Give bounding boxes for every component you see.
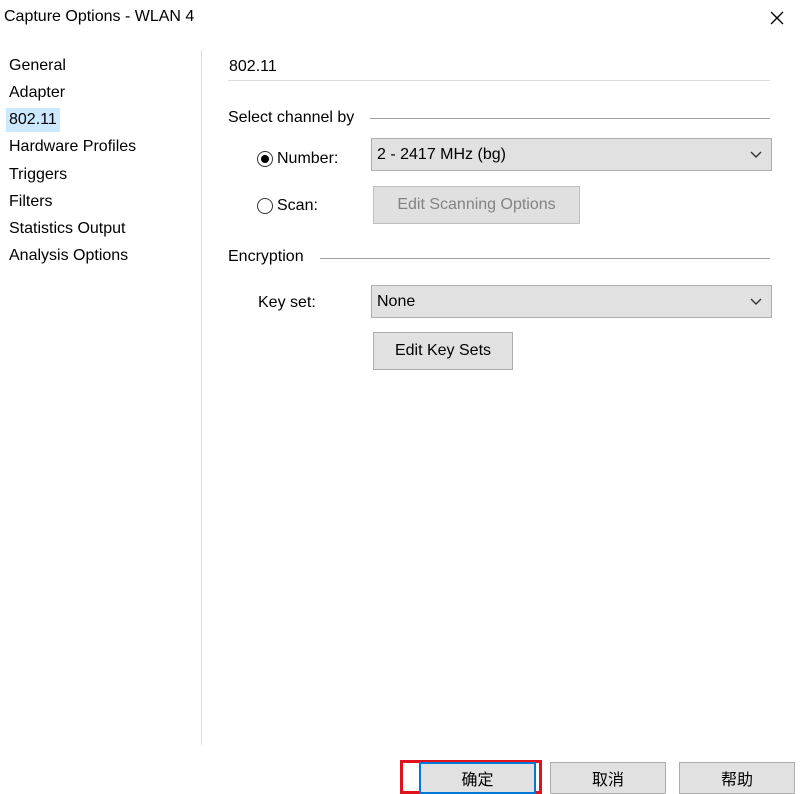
channel-group-label: Select channel by — [228, 109, 363, 127]
number-radio-label: Number: — [277, 150, 339, 167]
help-button[interactable]: 帮助 — [679, 762, 795, 794]
window-title: Capture Options - WLAN 4 — [4, 8, 195, 25]
scan-radio[interactable]: Scan: — [257, 197, 318, 215]
encryption-group-rule — [320, 258, 770, 259]
sidebar-item-hardware-profiles[interactable]: Hardware Profiles — [6, 135, 139, 159]
sidebar-item-analysis-options[interactable]: Analysis Options — [6, 244, 131, 268]
chevron-down-icon — [741, 139, 771, 170]
sidebar-item-adapter[interactable]: Adapter — [6, 81, 68, 105]
sidebar-item-general[interactable]: General — [6, 54, 69, 78]
keyset-value: None — [377, 292, 416, 310]
sidebar-item-statistics-output[interactable]: Statistics Output — [6, 217, 129, 241]
channel-number-select[interactable]: 2 - 2417 MHz (bg) — [371, 138, 772, 171]
radio-checked-icon — [257, 151, 273, 167]
panel-heading: 802.11 — [229, 58, 277, 75]
cancel-button[interactable]: 取消 — [550, 762, 666, 794]
title-bar: Capture Options - WLAN 4 — [0, 0, 800, 36]
channel-number-value: 2 - 2417 MHz (bg) — [377, 145, 506, 163]
edit-key-sets-button[interactable]: Edit Key Sets — [373, 332, 513, 370]
ok-button[interactable]: 确定 — [419, 762, 536, 794]
edit-scanning-options-button[interactable]: Edit Scanning Options — [373, 186, 580, 224]
chevron-down-icon — [741, 286, 771, 317]
sidebar-item-802-11[interactable]: 802.11 — [6, 108, 60, 132]
sidebar-item-triggers[interactable]: Triggers — [6, 163, 70, 187]
radio-unchecked-icon — [257, 198, 273, 214]
close-button[interactable] — [754, 0, 800, 36]
capture-options-dialog: Capture Options - WLAN 4 General Adapter… — [0, 0, 800, 794]
sidebar-item-filters[interactable]: Filters — [6, 190, 56, 214]
encryption-group-label: Encryption — [228, 248, 312, 266]
close-icon — [770, 11, 784, 25]
sidebar-divider — [201, 50, 202, 745]
scan-radio-label: Scan: — [277, 197, 318, 214]
keyset-select[interactable]: None — [371, 285, 772, 318]
keyset-label: Key set: — [258, 294, 316, 311]
number-radio[interactable]: Number: — [257, 150, 338, 168]
channel-group-rule — [370, 118, 770, 119]
sidebar: General Adapter 802.11 Hardware Profiles… — [0, 50, 202, 745]
heading-divider — [228, 80, 770, 81]
